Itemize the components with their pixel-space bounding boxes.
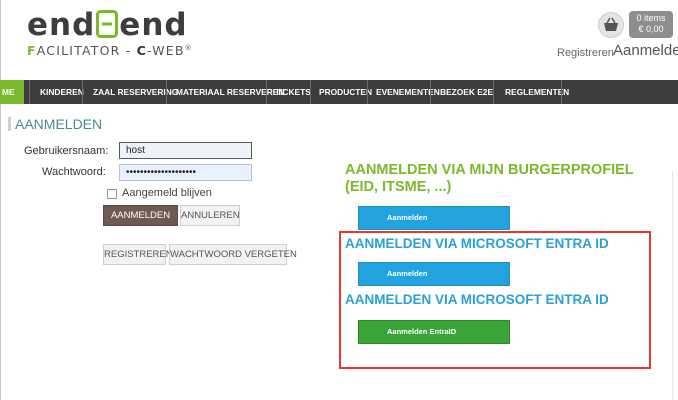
nav-separator [493,80,494,104]
logo-wordmark: end end [27,7,188,43]
main-nav: ME KINDEREN ZAAL RESERVERING MATERIAAL R… [0,80,678,104]
nav-item-producten[interactable]: PRODUCTEN [319,80,372,104]
cart-amount: € 0,00 [638,24,664,34]
nav-item-kinderen[interactable]: KINDEREN [40,80,84,104]
logo-e-icon [96,10,119,38]
highlight-box [339,231,651,369]
cart-items: 0 items [636,13,666,23]
burgerprofiel-login-button[interactable]: Aanmelden [358,206,510,230]
password-input[interactable] [119,164,252,181]
nav-separator [310,80,311,104]
register-button[interactable]: REGISTREREN [103,244,173,265]
title-bar [8,117,11,131]
register-link[interactable]: Registreren [557,47,614,59]
page-title: AANMELDEN [8,116,102,132]
username-label: Gebruikersnaam: [24,145,109,157]
login-link[interactable]: Aanmelden [613,42,678,59]
nav-separator [561,80,562,104]
nav-separator [430,80,431,104]
cancel-button[interactable]: ANNULEREN [180,205,240,226]
logo-subtitle: FACILITATOR - C-WEB® [27,43,193,58]
nav-item-reglementen[interactable]: REGLEMENTEN [505,80,569,104]
burgerprofiel-heading: AANMELDEN VIA MIJN BURGERPROFIEL (EID, I… [345,162,634,195]
nav-separator [367,80,368,104]
nav-separator [29,80,30,104]
left-border [0,0,1,400]
remember-label[interactable]: Aangemeld blijven [122,187,212,199]
nav-item-bezoek-e2e[interactable]: BEZOEK E2E [440,80,493,104]
logo[interactable]: end end FACILITATOR - C-WEB® [27,8,193,58]
basket-icon [604,17,618,31]
content-divider [672,170,673,400]
login-button[interactable]: AANMELDEN [103,205,178,226]
username-input[interactable] [119,142,252,159]
password-label: Wachtwoord: [42,166,106,178]
nav-separator [166,80,167,104]
nav-item-home[interactable]: ME [0,80,24,104]
nav-separator [82,80,83,104]
forgot-password-button[interactable]: WACHTWOORD VERGETEN [169,244,297,265]
nav-item-tickets[interactable]: TICKETS [275,80,311,104]
remember-checkbox[interactable] [107,189,117,199]
nav-item-materiaal-reserveren[interactable]: MATERIAAL RESERVEREN [176,80,284,104]
cart-badge[interactable]: 0 items € 0,00 [629,11,673,38]
cart-icon[interactable] [598,12,624,38]
nav-separator [266,80,267,104]
